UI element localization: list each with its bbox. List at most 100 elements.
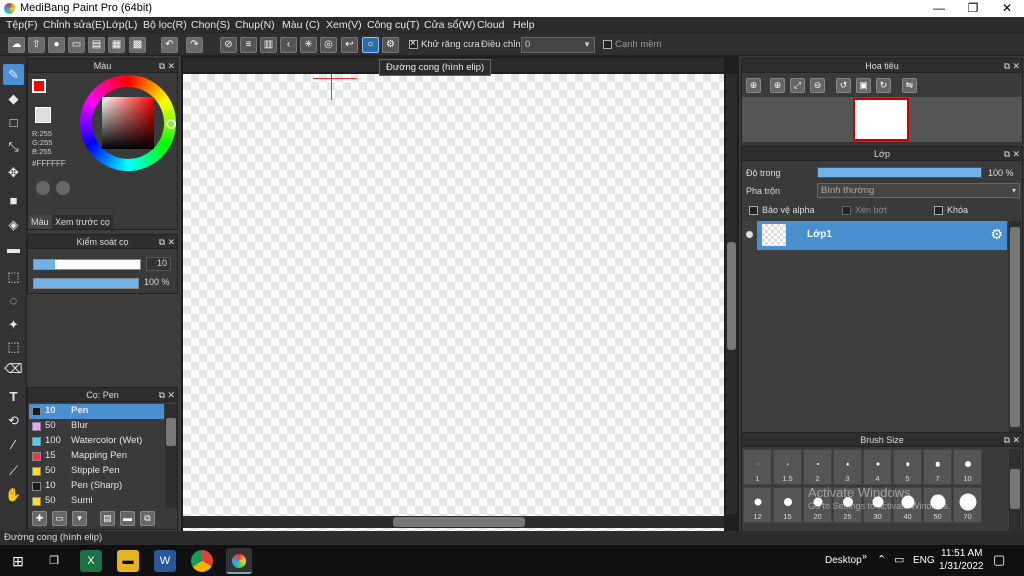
radial-snap-icon[interactable]: ✳ <box>300 37 317 53</box>
brush-opacity-slider[interactable] <box>33 278 139 289</box>
gradient-tool-icon[interactable]: ▬ <box>3 238 24 259</box>
lock-checkbox[interactable] <box>934 206 943 215</box>
menu-tools[interactable]: Công cụ(T) <box>367 19 420 31</box>
brush-size-cell[interactable]: 1 <box>743 449 772 485</box>
minimize-button[interactable]: — <box>922 0 956 17</box>
brush-size-value[interactable]: 10 <box>146 257 171 271</box>
rotate-right-icon[interactable]: ↻ <box>876 78 891 93</box>
popout-icon[interactable]: ⧉ <box>159 235 165 249</box>
no-snap-icon[interactable]: ⊘ <box>220 37 237 53</box>
grid-icon[interactable]: ▦ <box>108 37 125 53</box>
soft-edge-checkbox[interactable] <box>603 40 612 49</box>
menu-layer[interactable]: Lớp(L) <box>106 19 137 31</box>
antialias-checkbox[interactable] <box>409 38 418 49</box>
layer-visibility-icon[interactable] <box>746 231 753 238</box>
close-button[interactable]: ✕ <box>990 0 1024 17</box>
brush-menu-icon[interactable]: ▾ <box>72 511 87 526</box>
correction-select[interactable]: 0 ▼ <box>521 37 595 53</box>
palette-settings-icon[interactable] <box>56 181 70 195</box>
vanishing-point-icon[interactable]: ‹ <box>280 37 297 53</box>
rotate-left-icon[interactable]: ↺ <box>836 78 851 93</box>
parallel-snap-icon[interactable]: ≡ <box>240 37 257 53</box>
brush-list-item[interactable]: 50 Stipple Pen <box>29 464 164 479</box>
windows-start-icon[interactable]: ⊞ <box>7 550 29 572</box>
frame-tool-icon[interactable]: ⟋ <box>3 460 24 481</box>
bucket-tool-icon[interactable]: ◈ <box>3 214 24 235</box>
layer-settings-icon[interactable]: ⚙ <box>990 226 1003 243</box>
lasso-tool-icon[interactable]: ◌ <box>3 290 24 311</box>
curve-icon[interactable]: ↩ <box>341 37 358 53</box>
folder-icon[interactable]: ▬ <box>120 511 135 526</box>
brush-size-cell[interactable]: 12 <box>743 487 772 523</box>
chat-icon[interactable]: ● <box>48 37 65 53</box>
popout-icon[interactable]: ⧉ <box>159 388 165 402</box>
menu-cloud[interactable]: Cloud <box>477 19 504 31</box>
zoom-out-icon[interactable]: ⊖ <box>810 78 825 93</box>
fill-shape-icon[interactable]: ■ <box>3 190 24 211</box>
layer-row[interactable]: Lớp1 ⚙ <box>757 221 1007 250</box>
popout-icon[interactable]: ⧉ <box>159 59 165 73</box>
eyedropper-icon[interactable]: ⁄ <box>3 434 24 455</box>
toolbar-chevron-icon[interactable]: » <box>862 551 867 561</box>
hand-tool-icon[interactable]: ✋ <box>3 484 24 505</box>
brush-list-scrollbar[interactable] <box>165 404 177 508</box>
close-icon[interactable]: ✕ <box>1012 59 1020 73</box>
close-icon[interactable]: ✕ <box>167 388 175 402</box>
gear-icon[interactable]: ⚙ <box>382 37 399 53</box>
close-icon[interactable]: ✕ <box>167 235 175 249</box>
close-icon[interactable]: ✕ <box>1012 147 1020 161</box>
brush-list-item[interactable]: 10 Pen (Sharp) <box>29 479 164 494</box>
brush-list-item[interactable]: 100 Watercolor (Wet) <box>29 434 164 449</box>
add-brush-icon[interactable]: ✚ <box>32 511 47 526</box>
brush-size-cell[interactable]: 7 <box>923 449 952 485</box>
task-view-icon[interactable]: ❐ <box>43 550 65 572</box>
drawing-canvas[interactable] <box>183 74 724 570</box>
clock-date[interactable]: 1/31/2022 <box>939 561 984 572</box>
brush-size-cell[interactable]: 2 <box>803 449 832 485</box>
brush-size-cell[interactable]: 15 <box>773 487 802 523</box>
excel-icon[interactable]: X <box>80 550 102 572</box>
close-icon[interactable]: ✕ <box>1012 433 1020 447</box>
ellipse-curve-icon[interactable]: ○ <box>362 37 379 53</box>
select-eraser-icon[interactable]: ⌫ <box>3 358 24 379</box>
flip-icon[interactable]: ⇋ <box>902 78 917 93</box>
brush-size-slider[interactable] <box>33 259 141 270</box>
magic-wand-icon[interactable]: ✦ <box>3 314 24 335</box>
layer-opacity-slider[interactable] <box>817 167 982 178</box>
eraser-tool-icon[interactable]: ◆ <box>3 88 24 109</box>
zoom-in-icon[interactable]: ⊕ <box>746 78 761 93</box>
transparent-swatch[interactable] <box>35 107 51 123</box>
protect-alpha-checkbox[interactable] <box>749 206 758 215</box>
word-icon[interactable]: W <box>154 550 176 572</box>
brush-list-item[interactable]: 50 Blur <box>29 419 164 434</box>
foreground-color-swatch[interactable] <box>32 79 46 93</box>
select-tool-icon[interactable]: ⬚ <box>3 266 24 287</box>
menu-edit[interactable]: Chỉnh sửa(E) <box>43 19 105 31</box>
zoom-in-icon[interactable]: ⊕ <box>770 78 785 93</box>
brush-size-cell[interactable]: 3 <box>833 449 862 485</box>
concentric-snap-icon[interactable]: ◎ <box>320 37 337 53</box>
chrome-icon[interactable] <box>191 550 213 572</box>
language-indicator[interactable]: ENG <box>913 555 935 566</box>
cloud-icon[interactable]: ☁ <box>8 37 25 53</box>
tab-color[interactable]: Màu <box>28 215 52 229</box>
clock-time[interactable]: 11:51 AM <box>941 548 983 559</box>
layer-scrollbar[interactable] <box>1009 221 1021 461</box>
brush-size-cell[interactable]: 70 <box>953 487 982 523</box>
new-brush-icon[interactable]: ▭ <box>52 511 67 526</box>
hue-handle[interactable] <box>166 119 176 129</box>
saturation-square[interactable] <box>102 97 154 149</box>
redo-icon[interactable]: ↷ <box>186 37 203 53</box>
brush-size-cell[interactable]: 5 <box>893 449 922 485</box>
share-icon[interactable]: ⇧ <box>28 37 45 53</box>
menu-view[interactable]: Xem(V) <box>326 19 362 31</box>
brush-list-item[interactable]: 10Pen⚙ <box>29 404 164 419</box>
duplicate-icon[interactable]: ⧉ <box>140 511 155 526</box>
clipping-checkbox[interactable] <box>842 206 851 215</box>
hue-ring[interactable] <box>80 75 176 171</box>
select-pen-icon[interactable]: ⬚ <box>3 336 24 357</box>
network-icon[interactable]: ▭ <box>894 553 904 566</box>
comment-icon[interactable]: ▭ <box>68 37 85 53</box>
brush-tool-icon[interactable]: ✎ <box>3 64 24 85</box>
close-icon[interactable]: ✕ <box>167 59 175 73</box>
